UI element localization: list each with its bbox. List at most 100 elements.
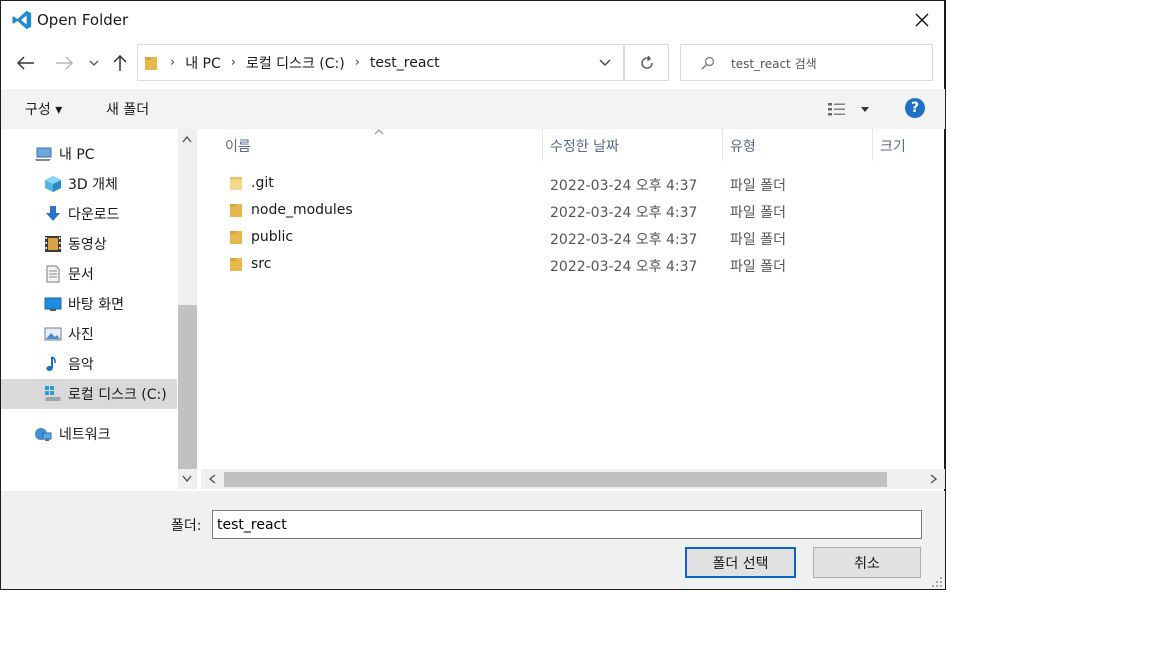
- help-button[interactable]: ?: [905, 98, 925, 118]
- resize-grip-icon[interactable]: [931, 576, 943, 588]
- sidebar-label: 음악: [68, 357, 94, 373]
- column-header-type[interactable]: 유형: [730, 136, 756, 156]
- organize-menu[interactable]: 구성 ▾: [25, 99, 62, 119]
- file-row[interactable]: public 2022-03-24 오후 4:37 파일 폴더: [201, 224, 891, 251]
- document-icon: [46, 265, 60, 283]
- folder-icon: [230, 204, 242, 217]
- sidebar-item-desktop[interactable]: 바탕 화면: [1, 289, 177, 319]
- file-row[interactable]: .git 2022-03-24 오후 4:37 파일 폴더: [201, 170, 891, 197]
- sidebar-label: 내 PC: [59, 147, 95, 163]
- select-folder-button[interactable]: 폴더 선택: [685, 547, 796, 578]
- forward-button[interactable]: [51, 49, 77, 77]
- breadcrumb: › 내 PC › 로컬 디스크 (C:) › test_react: [138, 45, 446, 80]
- search-icon: [701, 56, 715, 70]
- search-box[interactable]: test_react 검색: [680, 44, 933, 81]
- column-header-date[interactable]: 수정한 날짜: [550, 136, 619, 156]
- chevron-right-icon: ›: [354, 55, 360, 70]
- file-name: src: [251, 256, 272, 272]
- folder-name-input[interactable]: [212, 510, 922, 539]
- caret-down-icon: [861, 107, 869, 112]
- drive-icon: [45, 386, 61, 401]
- sidebar-item-documents[interactable]: 문서: [1, 259, 177, 289]
- download-icon: [46, 206, 60, 221]
- sidebar-item-music[interactable]: 음악: [1, 349, 177, 379]
- sidebar-item-local-disk[interactable]: 로컬 디스크 (C:): [1, 379, 177, 409]
- details-view-icon: [828, 103, 845, 116]
- folder-icon: [230, 258, 242, 271]
- sidebar-scrollbar[interactable]: [178, 129, 197, 489]
- address-bar[interactable]: › 내 PC › 로컬 디스크 (C:) › test_react: [137, 44, 624, 81]
- sidebar-label: 바탕 화면: [68, 297, 124, 313]
- music-icon: [46, 356, 56, 371]
- file-list-hscrollbar[interactable]: [201, 469, 945, 489]
- scrollbar-thumb[interactable]: [178, 305, 197, 469]
- sidebar-label: 동영상: [68, 237, 107, 253]
- breadcrumb-this-pc[interactable]: 내 PC: [185, 53, 221, 73]
- sidebar-label: 3D 개체: [68, 177, 118, 193]
- navigation-pane: 내 PC 3D 개체 다운로드 동영상 문서 바탕 화면 사진 음악 로컬 디스…: [1, 129, 197, 489]
- file-date: 2022-03-24 오후 4:37: [550, 205, 698, 221]
- file-name: node_modules: [251, 202, 353, 218]
- sidebar-label: 다운로드: [68, 207, 120, 223]
- file-name: public: [251, 229, 294, 245]
- close-button[interactable]: [907, 5, 937, 35]
- sidebar-item-this-pc[interactable]: 내 PC: [1, 139, 177, 169]
- title-bar: Open Folder: [1, 1, 945, 39]
- chevron-right-icon: ›: [170, 55, 176, 70]
- close-icon: [915, 13, 929, 27]
- folder-icon: [230, 231, 242, 244]
- cube-icon: [45, 176, 61, 192]
- column-divider[interactable]: [722, 129, 723, 161]
- file-name: .git: [251, 175, 274, 191]
- folder-field-label: 폴더:: [171, 518, 202, 534]
- file-row[interactable]: src 2022-03-24 오후 4:37 파일 폴더: [201, 251, 891, 278]
- file-type: 파일 폴더: [730, 178, 786, 194]
- scroll-left-icon[interactable]: [209, 474, 216, 484]
- up-button[interactable]: [107, 49, 133, 77]
- address-dropdown-icon[interactable]: [599, 59, 611, 67]
- sidebar-label: 문서: [68, 267, 94, 283]
- open-folder-dialog: Open Folder › 내 PC › 로컬 디스크 (C:) › test_…: [0, 0, 946, 590]
- back-button[interactable]: [13, 49, 39, 77]
- recent-locations-button[interactable]: [83, 49, 105, 77]
- column-divider[interactable]: [542, 129, 543, 161]
- sidebar-item-3d-objects[interactable]: 3D 개체: [1, 169, 177, 199]
- breadcrumb-test-react[interactable]: test_react: [370, 55, 440, 71]
- sidebar-item-downloads[interactable]: 다운로드: [1, 199, 177, 229]
- file-type: 파일 폴더: [730, 232, 786, 248]
- dialog-title: Open Folder: [37, 11, 129, 29]
- toolbar: 구성 ▾ 새 폴더: [1, 89, 945, 129]
- refresh-icon: [640, 55, 653, 69]
- refresh-button[interactable]: [624, 44, 669, 81]
- sidebar-item-network[interactable]: 네트워크: [1, 419, 177, 449]
- computer-icon: [35, 147, 52, 161]
- file-row[interactable]: node_modules 2022-03-24 오후 4:37 파일 폴더: [201, 197, 891, 224]
- vscode-icon: [12, 10, 32, 30]
- sidebar-label: 사진: [68, 327, 94, 343]
- arrow-up-icon: [113, 54, 127, 71]
- column-header-name[interactable]: 이름: [225, 136, 251, 156]
- scroll-down-icon[interactable]: [182, 475, 192, 482]
- file-date: 2022-03-24 오후 4:37: [550, 178, 698, 194]
- column-divider[interactable]: [872, 129, 873, 161]
- arrow-left-icon: [17, 56, 34, 70]
- file-type: 파일 폴더: [730, 205, 786, 221]
- scroll-right-icon[interactable]: [930, 474, 937, 484]
- new-folder-button[interactable]: 새 폴더: [106, 99, 149, 119]
- sidebar-item-pictures[interactable]: 사진: [1, 319, 177, 349]
- view-options-button[interactable]: [827, 99, 871, 119]
- breadcrumb-local-disk[interactable]: 로컬 디스크 (C:): [246, 53, 345, 73]
- sidebar-label: 네트워크: [59, 427, 111, 443]
- scroll-up-icon[interactable]: [182, 136, 192, 143]
- folder-icon: [145, 56, 157, 70]
- file-type: 파일 폴더: [730, 259, 786, 275]
- video-icon: [45, 236, 61, 252]
- file-date: 2022-03-24 오후 4:37: [550, 259, 698, 275]
- folder-icon: [230, 177, 242, 190]
- cancel-button[interactable]: 취소: [813, 547, 921, 578]
- sidebar-item-videos[interactable]: 동영상: [1, 229, 177, 259]
- scrollbar-thumb[interactable]: [224, 472, 887, 487]
- picture-icon: [44, 327, 62, 341]
- chevron-right-icon: ›: [230, 55, 236, 70]
- column-header-size[interactable]: 크기: [880, 136, 906, 156]
